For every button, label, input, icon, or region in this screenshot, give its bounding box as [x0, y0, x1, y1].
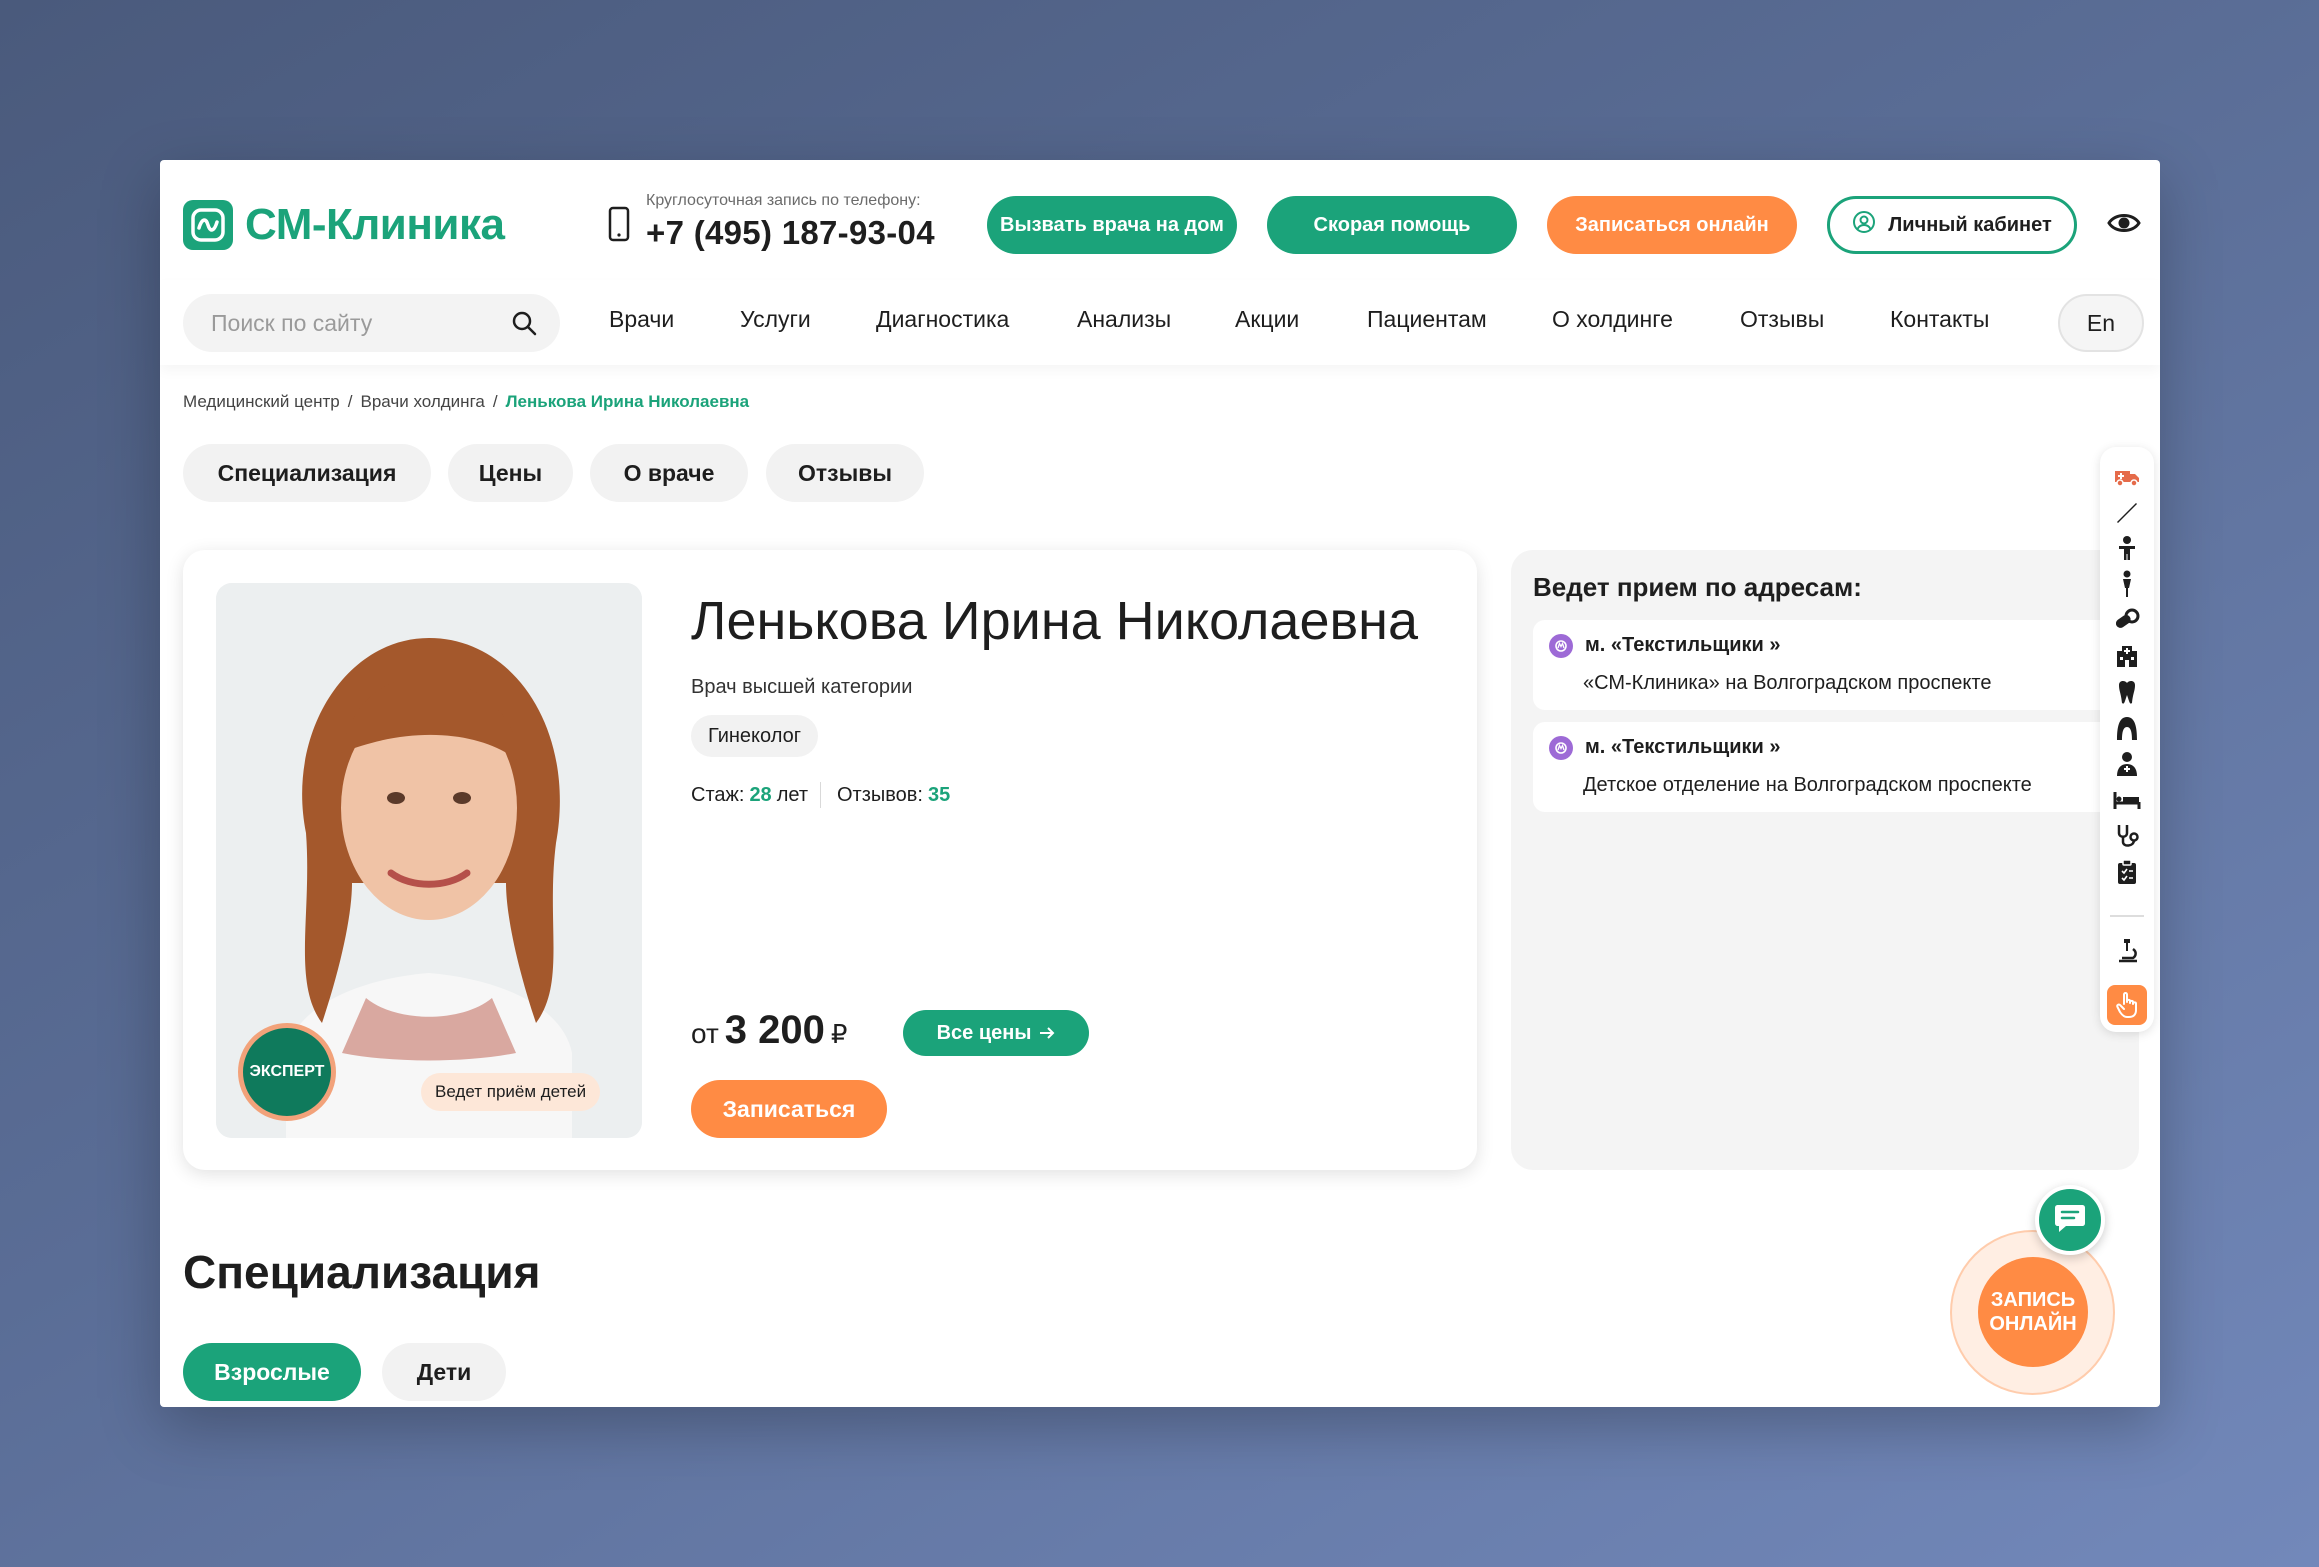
toolbar-divider: [2110, 915, 2144, 917]
experience-value: 28: [749, 783, 772, 806]
experience-unit: лет: [776, 783, 808, 806]
metro-icon: [1549, 634, 1573, 658]
experience-label: Стаж:: [691, 783, 745, 806]
hand-pointer-icon[interactable]: [2107, 985, 2147, 1025]
book-button[interactable]: Записаться: [691, 1080, 887, 1138]
metro-icon: [1549, 736, 1573, 760]
metro-station: м. «Текстильщики »: [1585, 634, 1781, 656]
tab-reviews[interactable]: Отзывы: [766, 444, 924, 502]
breadcrumb-separator: /: [492, 392, 498, 411]
accessibility-eye-icon[interactable]: [2107, 210, 2141, 241]
metro-station: м. «Текстильщики »: [1585, 736, 1781, 758]
search-input[interactable]: [211, 294, 501, 352]
breadcrumb-item[interactable]: Врачи холдинга: [361, 392, 485, 412]
price: от 3 200 ₽: [691, 1008, 847, 1053]
nav-item-services[interactable]: Услуги: [740, 306, 811, 333]
book-online-button[interactable]: Записаться онлайн: [1547, 196, 1797, 254]
tab-children[interactable]: Дети: [382, 1343, 506, 1401]
nav-item-promotions[interactable]: Акции: [1235, 306, 1299, 333]
address-item[interactable]: м. «Текстильщики » «СМ-Клиника» на Волго…: [1533, 620, 2113, 710]
ambulance-icon[interactable]: [2112, 461, 2142, 491]
ambulance-button[interactable]: Скорая помощь: [1267, 196, 1517, 254]
doctor-card: ЭКСПЕРТ Ведет приём детей Ленькова Ирина…: [183, 550, 1477, 1170]
site-header: СМ-Клиника Круглосуточная запись по теле…: [160, 160, 2160, 280]
expert-badge: ЭКСПЕРТ: [238, 1023, 336, 1121]
account-label: Личный кабинет: [1888, 213, 2052, 236]
arrow-right-icon: [1039, 1022, 1055, 1045]
child-icon[interactable]: [2112, 533, 2142, 563]
nav-item-doctors[interactable]: Врачи: [609, 306, 674, 333]
chat-icon: [2053, 1202, 2087, 1239]
search-box: [183, 294, 560, 352]
nav-item-about[interactable]: О холдинге: [1552, 306, 1673, 333]
language-switch[interactable]: En: [2058, 294, 2144, 352]
clipboard-icon[interactable]: [2112, 857, 2142, 887]
price-currency: ₽: [830, 1019, 848, 1049]
pills-icon[interactable]: [2112, 605, 2142, 635]
logo-text: СМ-Клиника: [245, 200, 505, 249]
scalpel-icon[interactable]: [2112, 497, 2142, 527]
tab-prices[interactable]: Цены: [448, 444, 573, 502]
nav-item-contacts[interactable]: Контакты: [1890, 306, 1989, 333]
breadcrumb-current: Ленькова Ирина Николаевна: [505, 392, 750, 411]
logo-icon: [183, 200, 233, 250]
doctor-category: Врач высшей категории: [691, 676, 913, 698]
phone-icon: [608, 206, 630, 247]
logo[interactable]: СМ-Клиника: [183, 200, 505, 250]
nav-item-patients[interactable]: Пациентам: [1367, 306, 1487, 333]
doctor-icon[interactable]: [2112, 749, 2142, 779]
price-from: от: [691, 1018, 719, 1049]
account-button[interactable]: Личный кабинет: [1827, 196, 2077, 254]
doctor-stats: Стаж: 28 лет Отзывов: 35: [691, 782, 955, 808]
phone-caption: Круглосуточная запись по телефону:: [646, 192, 921, 209]
online-booking-button[interactable]: ЗАПИСЬ ОНЛАЙН: [1978, 1257, 2088, 1367]
tab-specialization[interactable]: Специализация: [183, 444, 431, 502]
tooth-icon[interactable]: [2112, 677, 2142, 707]
breadcrumb-item[interactable]: Медицинский центр: [183, 392, 340, 412]
reviews-value[interactable]: 35: [928, 784, 950, 807]
nav-item-diagnostics[interactable]: Диагностика: [876, 306, 1009, 333]
clinic-name: Детское отделение на Волгоградском просп…: [1583, 774, 2032, 796]
stethoscope-icon[interactable]: [2112, 821, 2142, 851]
microscope-icon[interactable]: [2112, 935, 2142, 965]
phone-block: Круглосуточная запись по телефону: +7 (4…: [608, 192, 935, 252]
tab-about-doctor[interactable]: О враче: [590, 444, 748, 502]
doctor-name: Ленькова Ирина Николаевна: [691, 591, 1419, 651]
all-prices-button[interactable]: Все цены: [903, 1010, 1089, 1056]
specialization-title: Специализация: [183, 1246, 541, 1298]
hair-icon[interactable]: [2112, 713, 2142, 743]
bed-icon[interactable]: [2112, 785, 2142, 815]
stats-divider: [819, 782, 821, 808]
reviews-label: Отзывов:: [836, 783, 923, 806]
call-doctor-button[interactable]: Вызвать врача на дом: [987, 196, 1237, 254]
breadcrumb: Медицинский центр / Врачи холдинга / Лен…: [183, 392, 749, 412]
user-icon: [1852, 210, 1876, 240]
nav-item-tests[interactable]: Анализы: [1077, 306, 1171, 333]
search-icon[interactable]: [511, 310, 537, 341]
doctor-specialty[interactable]: Гинеколог: [691, 715, 819, 757]
services-toolbar: [2100, 447, 2154, 1032]
addresses-title: Ведет прием по адресам:: [1533, 572, 1862, 602]
tab-adults[interactable]: Взрослые: [183, 1343, 361, 1401]
all-prices-label: Все цены: [936, 1021, 1032, 1044]
hospital-icon[interactable]: [2112, 641, 2142, 671]
phone-number[interactable]: +7 (495) 187-93-04: [646, 214, 935, 252]
nav-item-reviews[interactable]: Отзывы: [1740, 306, 1824, 333]
browser-page: СМ-Клиника Круглосуточная запись по теле…: [160, 160, 2160, 1407]
kids-badge: Ведет приём детей: [421, 1073, 601, 1111]
breadcrumb-separator: /: [347, 392, 353, 411]
woman-icon[interactable]: [2112, 569, 2142, 599]
price-value: 3 200: [724, 1008, 825, 1052]
main-nav: Врачи Услуги Диагностика Анализы Акции П…: [160, 280, 2160, 365]
addresses-panel: Ведет прием по адресам: м. «Текстильщики…: [1511, 550, 2139, 1170]
doctor-photo: ЭКСПЕРТ Ведет приём детей: [216, 583, 642, 1138]
address-item[interactable]: м. «Текстильщики » Детское отделение на …: [1533, 722, 2113, 812]
clinic-name: «СМ-Клиника» на Волгоградском проспекте: [1583, 672, 1992, 694]
chat-button[interactable]: [2035, 1185, 2105, 1255]
